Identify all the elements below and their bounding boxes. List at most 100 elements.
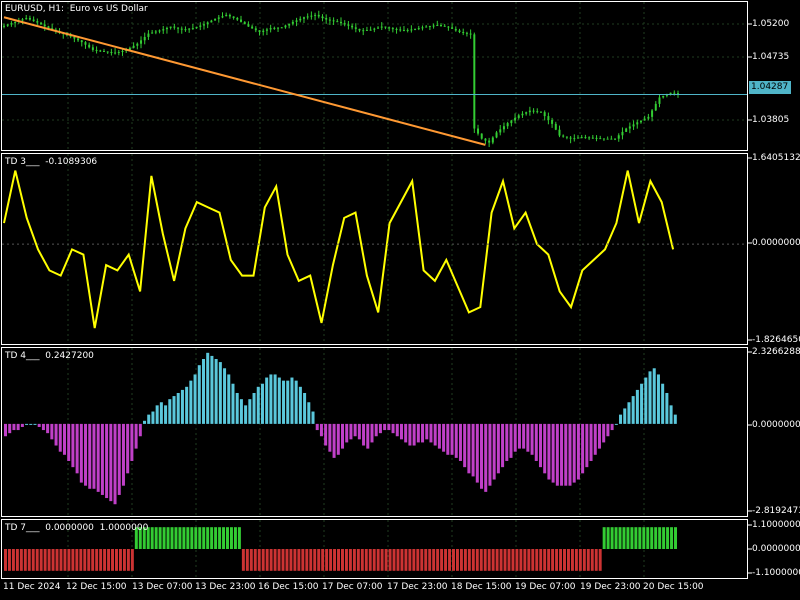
td4-histogram-bar — [589, 423, 593, 461]
price-candle-body — [521, 113, 524, 116]
td7-signal-bar — [642, 527, 646, 549]
td4-histogram-bar — [12, 423, 16, 431]
price-candle-body — [262, 30, 265, 33]
td7-signal-bar — [428, 549, 432, 571]
td7-signal-bar — [210, 527, 214, 549]
td4-histogram-bar — [374, 423, 378, 437]
td7-signal-bar — [15, 549, 19, 571]
td7-signal-bar — [198, 527, 202, 549]
td4-histogram-bar — [357, 423, 361, 440]
td4-histogram-bar — [648, 371, 652, 424]
td7-signal-bar — [233, 527, 237, 549]
td4-histogram-bar — [41, 423, 45, 431]
price-candle-body — [136, 43, 139, 46]
td7-signal-bar — [35, 549, 39, 571]
td4-histogram-bar — [46, 423, 50, 434]
price-candle-body — [380, 26, 383, 28]
td7-axis-label: 0.0000000 — [752, 544, 800, 554]
price-candle-body — [206, 22, 209, 25]
td7-signal-bar — [313, 549, 317, 571]
td7-signal-bar — [265, 549, 269, 571]
td7-signal-bar — [452, 549, 455, 571]
trend-line[interactable] — [3, 16, 486, 146]
price-candle-body — [654, 103, 657, 111]
price-candle-body — [591, 137, 594, 139]
td7-signal-bar — [582, 549, 586, 571]
price-candle-body — [302, 17, 305, 19]
td7-signal-bar — [471, 549, 475, 571]
td4-histogram-bar — [391, 423, 395, 434]
price-candle-body — [643, 118, 646, 121]
time-axis-label: 16 Dec 15:00 — [258, 582, 319, 592]
td7-signal-bar — [400, 549, 404, 571]
price-candle-body — [584, 137, 587, 139]
td7-signal-bar — [166, 527, 170, 549]
td4-histogram-bar — [282, 380, 286, 424]
td7-signal-bar — [436, 549, 440, 571]
td4-histogram-bar — [458, 423, 462, 461]
td4-histogram-bar — [88, 423, 92, 489]
price-candle-body — [558, 129, 561, 136]
price-candle-body — [377, 27, 380, 29]
price-candle-body — [658, 97, 661, 104]
price-candle-body — [21, 19, 24, 21]
price-candle-body — [254, 28, 257, 31]
td7-signal-bar — [337, 549, 340, 571]
td4-histogram-bar — [75, 423, 79, 474]
td4-histogram-bar — [168, 399, 172, 424]
td4-histogram-bar — [669, 405, 673, 424]
td7-signal-bar — [190, 527, 194, 549]
td4-histogram-bar — [214, 359, 218, 424]
price-candle-body — [547, 116, 550, 120]
td4-histogram-bar — [619, 414, 623, 424]
td4-histogram-bar — [534, 423, 538, 461]
td7-signal-bar — [305, 549, 309, 571]
price-candle-body — [347, 24, 350, 26]
price-candle-body — [314, 14, 317, 16]
chart-canvas — [1, 1, 752, 579]
price-candle-body — [362, 30, 365, 32]
td7-signal-bar — [229, 527, 233, 549]
td7-signal-bar — [590, 549, 594, 571]
price-candle-body — [565, 136, 568, 138]
td4-histogram-bar — [433, 423, 437, 446]
td4-histogram-bar — [265, 377, 269, 424]
td4-indicator-label: TD 4___ 0.2427200 — [5, 351, 94, 361]
td7-signal-bar — [570, 549, 574, 571]
td7-signal-bar — [586, 549, 590, 571]
td7-signal-bar — [662, 527, 666, 549]
td7-signal-bar — [218, 527, 222, 549]
td4-histogram-bar — [20, 423, 24, 427]
price-candle-body — [447, 26, 450, 28]
td7-signal-bar — [170, 527, 174, 549]
price-candle-body — [269, 28, 272, 30]
td4-histogram-bar — [463, 423, 467, 468]
td4-histogram-bar — [606, 423, 610, 437]
price-candle-body — [247, 24, 250, 27]
price-axis-label: 1.03805 — [752, 115, 790, 125]
td4-histogram-bar — [568, 423, 572, 486]
price-candle-body — [243, 21, 246, 25]
td4-histogram-bar — [244, 405, 248, 424]
td4-histogram-bar — [572, 423, 576, 483]
price-candle-body — [162, 29, 165, 31]
price-candle-body — [510, 120, 513, 124]
td7-signal-bar — [297, 549, 301, 571]
price-candle-body — [77, 38, 80, 41]
td7-signal-bar — [293, 549, 297, 571]
td7-signal-bar — [178, 527, 182, 549]
td4-histogram-bar — [37, 423, 41, 427]
td7-signal-bar — [559, 549, 563, 571]
td7-signal-bar — [515, 549, 519, 571]
price-candle-body — [328, 19, 331, 21]
price-candle-body — [291, 21, 294, 24]
price-candle-body — [636, 122, 639, 125]
td4-histogram-bar — [29, 423, 33, 425]
td7-signal-bar — [281, 549, 285, 571]
td4-histogram-bar — [315, 423, 319, 431]
price-candle-body — [310, 15, 313, 17]
td4-histogram-bar — [62, 423, 66, 455]
price-candle-body — [502, 126, 505, 130]
price-candle-body — [340, 21, 342, 24]
price-candle-body — [40, 22, 43, 25]
